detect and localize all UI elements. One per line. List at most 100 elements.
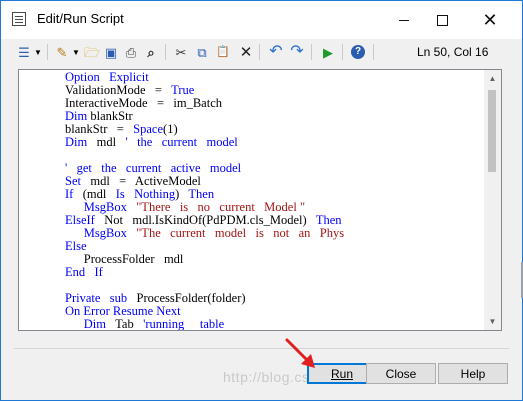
open-folder-icon: 🗁 (83, 44, 101, 60)
scroll-up-icon[interactable]: ▲ (484, 70, 501, 87)
minimize-icon (399, 19, 409, 21)
code-token: Not mdl.IsKindOf(PdPDM.cls_Model) (94, 213, 316, 227)
code-token: InteractiveMode = im_Batch (65, 96, 223, 110)
help-button[interactable]: Help (438, 363, 508, 384)
code-token: End (65, 265, 86, 279)
code-token: blankStr (87, 109, 133, 123)
code-token: (mdl (73, 187, 116, 201)
help-button-label: Help (460, 366, 486, 381)
print-button[interactable]: ⎙ (122, 43, 140, 61)
code-token: On Error Resume Next (65, 304, 181, 318)
code-token: Is (115, 187, 125, 201)
code-token: sub (109, 291, 128, 305)
code-token: Nothing (134, 187, 176, 201)
paste-button[interactable]: 📋 (214, 43, 232, 61)
toolbar-separator (342, 44, 343, 60)
maximize-icon (436, 14, 448, 26)
script-list-button[interactable]: ☰ (15, 43, 33, 61)
cut-button[interactable]: ✂ (172, 43, 190, 61)
toolbar-separator (373, 44, 374, 60)
code-token: ' get the current active model (65, 161, 242, 175)
scrollbar-thumb[interactable] (488, 90, 496, 172)
editor-gutter (19, 70, 33, 330)
code-token: ' the current model (125, 135, 238, 149)
scroll-down-icon[interactable]: ▼ (484, 313, 501, 330)
code-token: Tab (105, 317, 144, 331)
close-button[interactable]: Close (366, 363, 436, 384)
close-window-button[interactable]: ✕ (467, 1, 513, 39)
redo-icon: ↷ (290, 43, 304, 60)
find-icon: ⌕ (147, 44, 155, 60)
maximize-button[interactable] (419, 1, 465, 39)
run-icon: ▶ (323, 44, 333, 60)
code-token: Space (133, 122, 164, 136)
delete-icon: ✕ (239, 43, 253, 61)
edit-script-icon: ✎ (56, 44, 68, 60)
code-token: Then (315, 213, 342, 227)
code-line[interactable]: Dim Tab 'running table (65, 318, 344, 331)
find-button[interactable]: ⌕ (142, 43, 160, 61)
save-icon: ▣ (104, 44, 118, 60)
code-token: (1) (163, 122, 178, 136)
code-area[interactable]: Option Explicit ValidationMode = True Inte… (65, 71, 344, 331)
edit-run-script-window: Edit/Run Script ✕ ☰ ▼ ✎ ▼ 🗁 ▣ ⎙ ⌕ ✂ ⧉ 📋 … (0, 0, 523, 401)
run-toolbar-button[interactable]: ▶ (319, 43, 337, 61)
toolbar-separator (259, 44, 260, 60)
copy-button[interactable]: ⧉ (193, 43, 211, 61)
cursor-position-label: Ln 50, Col 16 (417, 45, 489, 59)
script-window-icon (12, 12, 26, 26)
chevron-down-icon[interactable]: ▼ (34, 48, 42, 57)
red-arrow-annotation (285, 338, 315, 368)
redo-button[interactable]: ↷ (288, 43, 306, 61)
code-line[interactable]: MsgBox "The current model is not an Phys (65, 227, 344, 240)
window-title: Edit/Run Script (37, 11, 124, 26)
code-token: Option Explicit (65, 70, 149, 84)
close-button-label: Close (385, 366, 417, 381)
undo-button[interactable]: ↶ (267, 43, 285, 61)
run-button-label: Run (330, 366, 353, 381)
edit-script-button[interactable]: ✎ (53, 43, 71, 61)
code-token: Dim (83, 317, 106, 331)
code-token: ProcessFolder(folder) (127, 291, 246, 305)
delete-button[interactable]: ✕ (237, 43, 255, 61)
toolbar-separator (311, 44, 312, 60)
code-line[interactable]: Dim mdl ' the current model (65, 136, 344, 149)
divider (14, 348, 509, 349)
save-button[interactable]: ▣ (102, 43, 120, 61)
code-token: Dim (65, 135, 88, 149)
code-token: Dim (65, 109, 88, 123)
code-token: If (94, 265, 103, 279)
code-token: True (171, 83, 195, 97)
code-token: ValidationMode = (65, 83, 172, 97)
help-toolbar-button[interactable]: ? (349, 43, 367, 61)
code-token: 'running table (143, 317, 225, 331)
chevron-down-icon[interactable]: ▼ (72, 48, 80, 57)
code-token: Else (65, 239, 87, 253)
title-bar[interactable]: Edit/Run Script ✕ (1, 1, 522, 39)
code-line[interactable]: End If (65, 266, 344, 279)
code-line[interactable]: ProcessFolder mdl (65, 253, 344, 266)
code-token: "There is no current Model " (136, 200, 306, 214)
code-token: ) (175, 187, 189, 201)
toolbar-separator (47, 44, 48, 60)
print-icon: ⎙ (125, 44, 137, 60)
undo-icon: ↶ (269, 43, 283, 60)
copy-icon: ⧉ (197, 44, 207, 60)
code-token: "The current model is not an Phys (136, 226, 345, 240)
script-editor[interactable]: Option Explicit ValidationMode = True Inte… (18, 69, 502, 331)
open-folder-button[interactable]: 🗁 (83, 43, 101, 61)
close-icon: ✕ (482, 9, 498, 30)
code-token: Private (65, 291, 101, 305)
code-token: MsgBox (83, 200, 127, 214)
vertical-scrollbar[interactable]: ▲ ▼ (484, 70, 501, 330)
code-token: blankStr = (65, 122, 134, 136)
code-token: mdl = ActiveModel (80, 174, 201, 188)
code-token: mdl (87, 135, 126, 149)
